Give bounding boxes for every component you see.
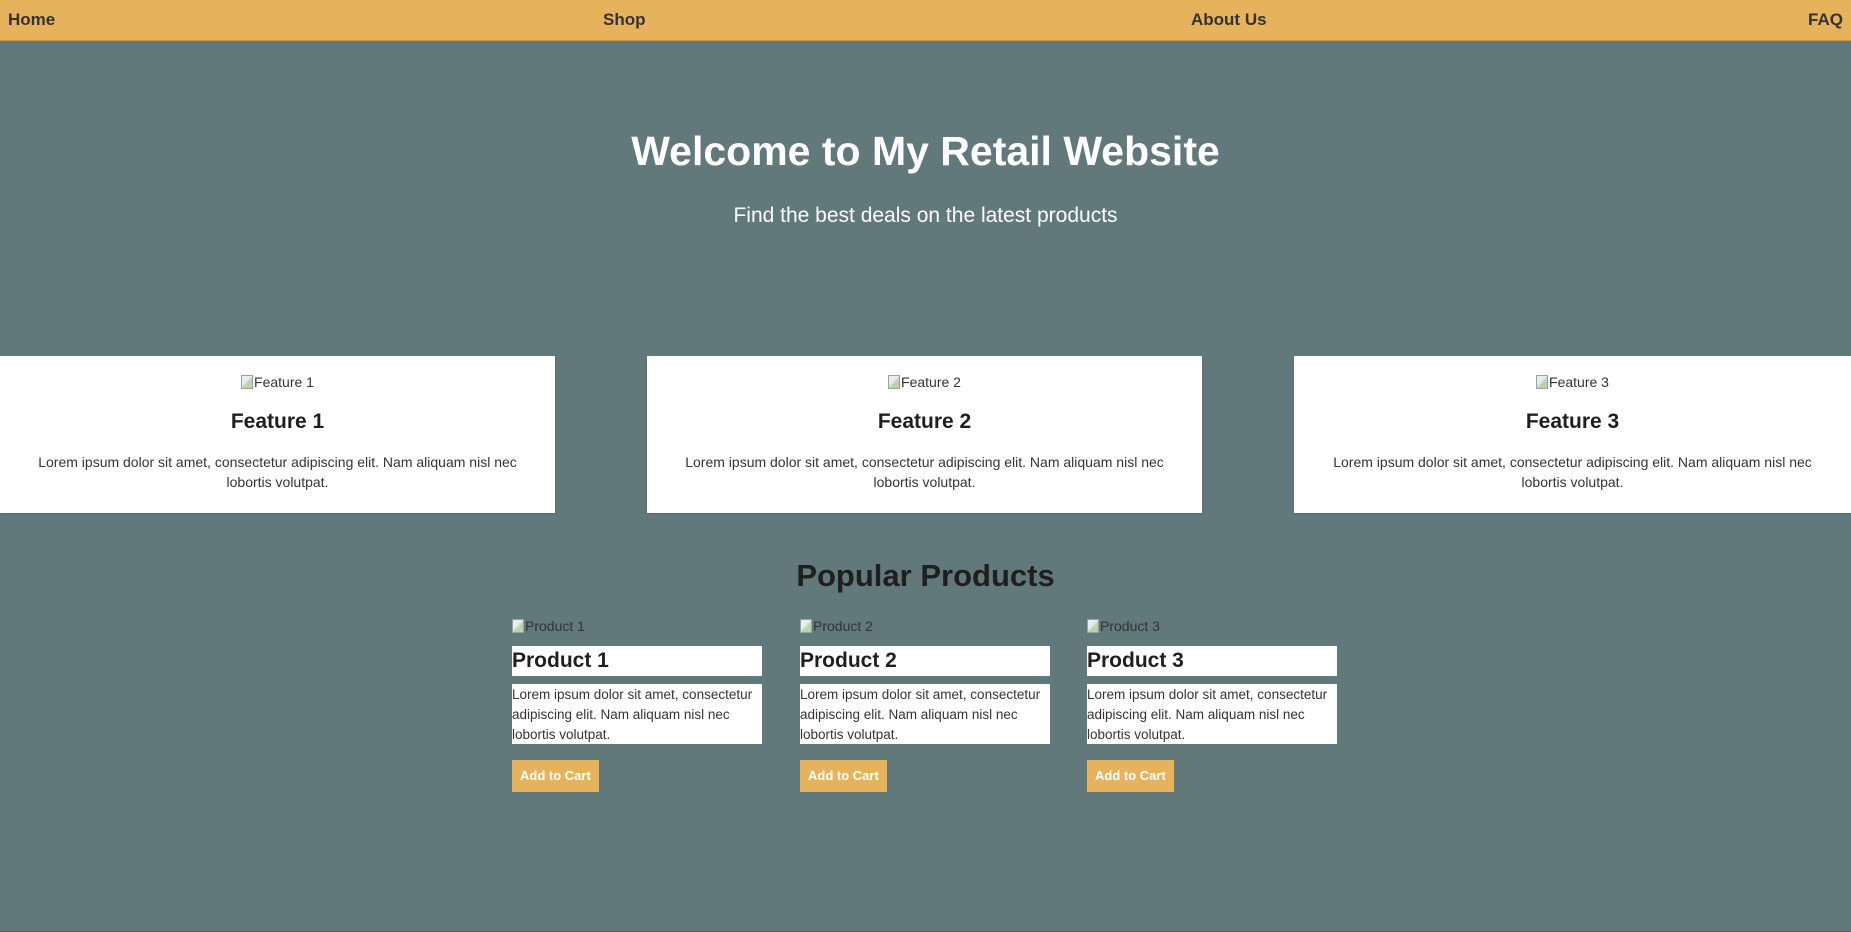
broken-image-icon (241, 375, 254, 389)
product-name: Product 3 (1087, 645, 1337, 676)
hero-title: Welcome to My Retail Website (631, 128, 1220, 174)
feature-image-alt-text: Feature 3 (1549, 374, 1609, 390)
broken-image-icon (888, 375, 901, 389)
feature-image-1: Feature 1 (241, 374, 314, 390)
product-image-alt-text: Product 3 (1100, 617, 1160, 634)
add-to-cart-button[interactable]: Add to Cart (800, 759, 887, 792)
product-image-alt-text: Product 1 (525, 617, 585, 634)
feature-image-alt-text: Feature 2 (901, 374, 961, 390)
feature-card-2: Feature 2 Feature 2 Lorem ipsum dolor si… (647, 356, 1202, 513)
product-card-1: Product 1 Product 1 Lorem ipsum dolor si… (512, 617, 762, 792)
product-card-2: Product 2 Product 2 Lorem ipsum dolor si… (800, 617, 1050, 792)
product-image-1: Product 1 (512, 617, 585, 634)
feature-image-alt-text: Feature 1 (254, 374, 314, 390)
product-image-2: Product 2 (800, 617, 873, 634)
broken-image-icon (1536, 375, 1549, 389)
feature-title: Feature 3 (1525, 410, 1620, 433)
feature-image-3: Feature 3 (1536, 374, 1609, 390)
feature-text: Lorem ipsum dolor sit amet, consectetur … (1333, 454, 1812, 490)
product-description: Lorem ipsum dolor sit amet, consectetur … (512, 683, 762, 744)
nav-shop-link[interactable]: Shop (603, 10, 646, 30)
product-image-alt-text: Product 2 (813, 617, 873, 634)
add-to-cart-button[interactable]: Add to Cart (1087, 759, 1174, 792)
nav-about-link[interactable]: About Us (1191, 10, 1267, 30)
feature-card-1: Feature 1 Feature 1 Lorem ipsum dolor si… (0, 356, 555, 513)
feature-image-2: Feature 2 (888, 374, 961, 390)
feature-text: Lorem ipsum dolor sit amet, consectetur … (685, 454, 1164, 490)
broken-image-icon (512, 618, 524, 633)
feature-title: Feature 2 (877, 410, 972, 433)
product-name: Product 2 (800, 645, 1050, 676)
add-to-cart-button[interactable]: Add to Cart (512, 759, 599, 792)
broken-image-icon (800, 618, 812, 633)
product-description: Lorem ipsum dolor sit amet, consectetur … (1087, 683, 1337, 744)
top-navbar: Home Shop About Us FAQ (0, 0, 1851, 41)
feature-card-3: Feature 3 Feature 3 Lorem ipsum dolor si… (1294, 356, 1851, 513)
hero-subtitle: Find the best deals on the latest produc… (733, 204, 1118, 227)
nav-faq-link[interactable]: FAQ (1808, 10, 1843, 30)
product-card-3: Product 3 Product 3 Lorem ipsum dolor si… (1087, 617, 1337, 792)
nav-home-link[interactable]: Home (8, 10, 55, 30)
product-description: Lorem ipsum dolor sit amet, consectetur … (800, 683, 1050, 744)
feature-title: Feature 1 (230, 410, 325, 433)
broken-image-icon (1087, 618, 1099, 633)
popular-products-title: Popular Products (796, 558, 1055, 593)
product-name: Product 1 (512, 645, 762, 676)
product-image-3: Product 3 (1087, 617, 1160, 634)
feature-text: Lorem ipsum dolor sit amet, consectetur … (38, 454, 517, 490)
